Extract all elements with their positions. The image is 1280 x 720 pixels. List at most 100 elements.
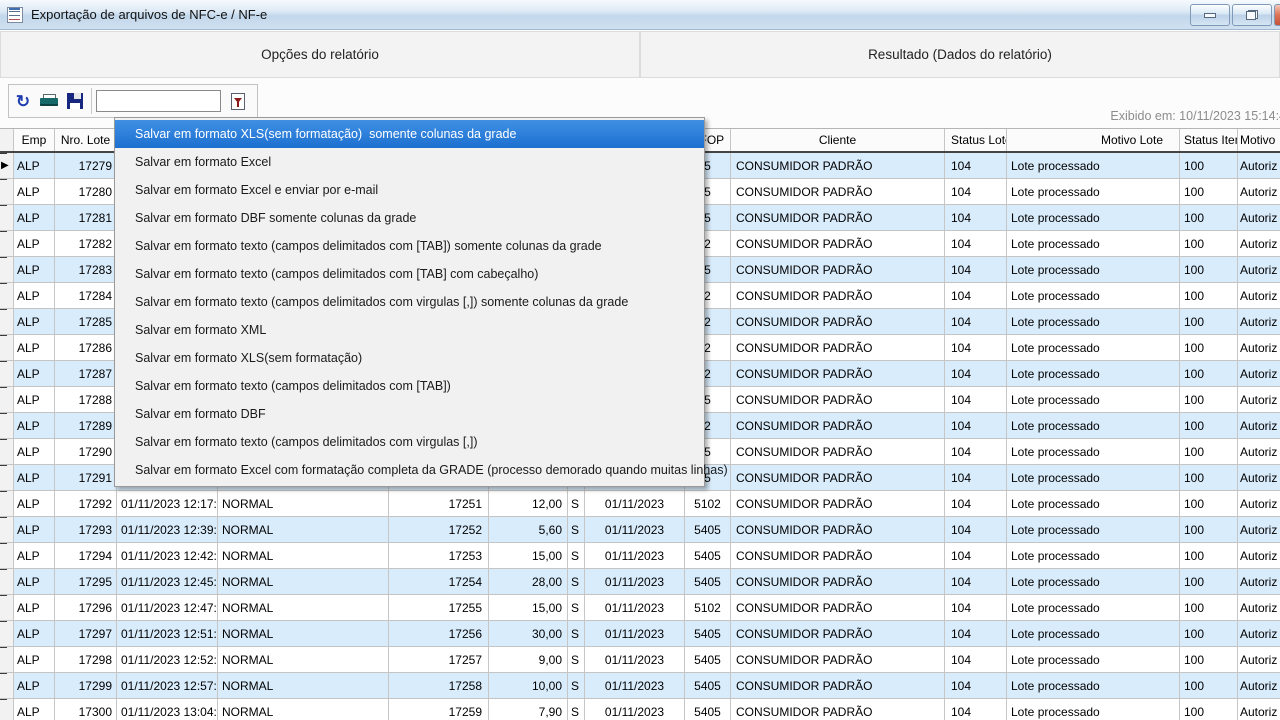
- cell-nro_lote: 17294: [55, 543, 117, 569]
- refresh-button[interactable]: ↻: [11, 89, 35, 113]
- cell-status_item: 100: [1180, 309, 1238, 335]
- menu-item[interactable]: Salvar em formato XML: [115, 316, 704, 344]
- close-button[interactable]: [1274, 4, 1280, 26]
- cell-cliente: CONSUMIDOR PADRÃO: [731, 595, 945, 621]
- column-header-nro_lote[interactable]: Nro. Lote: [55, 129, 117, 151]
- cell-motivo_lote: Lote processado: [1007, 439, 1180, 465]
- row-selector: [0, 387, 14, 413]
- cell-status_lote: 104: [945, 439, 1007, 465]
- cell-dt_emissao: 01/11/2023: [585, 673, 685, 699]
- menu-item[interactable]: Salvar em formato XLS(sem formatação): [115, 344, 704, 372]
- cell-motivo_lote: Lote processado: [1007, 465, 1180, 491]
- cell-nro: 17257: [389, 647, 489, 673]
- cell-status_lote: 104: [945, 621, 1007, 647]
- cell-valor: 5,60: [489, 517, 568, 543]
- cell-cfop: 5405: [685, 543, 731, 569]
- cell-motivo_item: Autoriz: [1238, 309, 1280, 335]
- table-row[interactable]: ALP1729701/11/2023 12:51:43NORMAL1725630…: [0, 621, 1280, 647]
- cell-motivo_item: Autoriz: [1238, 517, 1280, 543]
- row-selector: [0, 699, 14, 720]
- row-selector: [0, 673, 14, 699]
- cell-status_item: 100: [1180, 179, 1238, 205]
- refresh-icon: ↻: [16, 93, 30, 110]
- cell-s: S: [568, 673, 585, 699]
- menu-item[interactable]: Salvar em formato Excel com formatação c…: [115, 456, 704, 484]
- app-icon: [7, 7, 23, 23]
- cell-nro: 17252: [389, 517, 489, 543]
- table-row[interactable]: ALP1730001/11/2023 13:04:01NORMAL172597,…: [0, 699, 1280, 720]
- cell-nro_lote: 17283: [55, 257, 117, 283]
- cell-motivo_item: Autoriz: [1238, 335, 1280, 361]
- cell-emp: ALP: [14, 309, 55, 335]
- cell-s: S: [568, 647, 585, 673]
- column-header-cliente[interactable]: Cliente: [731, 129, 945, 151]
- menu-item[interactable]: Salvar em formato texto (campos delimita…: [115, 288, 704, 316]
- cell-emp: ALP: [14, 569, 55, 595]
- restore-button[interactable]: [1232, 4, 1272, 26]
- cell-motivo_lote: Lote processado: [1007, 205, 1180, 231]
- cell-tipo: NORMAL: [218, 517, 389, 543]
- menu-item[interactable]: Salvar em formato texto (campos delimita…: [115, 428, 704, 456]
- cell-status_item: 100: [1180, 257, 1238, 283]
- table-row[interactable]: ALP1729501/11/2023 12:45:52NORMAL1725428…: [0, 569, 1280, 595]
- table-row[interactable]: ALP1729401/11/2023 12:42:41NORMAL1725315…: [0, 543, 1280, 569]
- row-selector: [0, 283, 14, 309]
- column-header-status_item[interactable]: Status Item: [1180, 129, 1238, 151]
- export-report-button[interactable]: [223, 89, 247, 113]
- filter-input[interactable]: [96, 90, 221, 112]
- table-row[interactable]: ALP1729201/11/2023 12:17:31NORMAL1725112…: [0, 491, 1280, 517]
- column-header-motivo_lote[interactable]: Motivo Lote: [1007, 129, 1180, 151]
- cell-emp: ALP: [14, 231, 55, 257]
- table-row[interactable]: ALP1729901/11/2023 12:57:37NORMAL1725810…: [0, 673, 1280, 699]
- cell-dt_lote: 01/11/2023 12:57:37: [117, 673, 218, 699]
- cell-emp: ALP: [14, 335, 55, 361]
- menu-item[interactable]: Salvar em formato DBF: [115, 400, 704, 428]
- cell-cliente: CONSUMIDOR PADRÃO: [731, 439, 945, 465]
- save-button[interactable]: [63, 89, 87, 113]
- tab-opcoes-relatorio[interactable]: Opções do relatório: [0, 31, 640, 78]
- table-row[interactable]: ALP1729801/11/2023 12:52:44NORMAL172579,…: [0, 647, 1280, 673]
- row-selector: [0, 257, 14, 283]
- menu-item[interactable]: Salvar em formato texto (campos delimita…: [115, 372, 704, 400]
- cell-nro: 17258: [389, 673, 489, 699]
- cell-s: S: [568, 543, 585, 569]
- cell-motivo_lote: Lote processado: [1007, 647, 1180, 673]
- column-header-emp[interactable]: Emp: [14, 129, 55, 151]
- menu-item[interactable]: Salvar em formato XLS(sem formatação) so…: [115, 120, 704, 148]
- column-header-motivo_item[interactable]: Motivo: [1238, 129, 1280, 151]
- cell-s: S: [568, 699, 585, 720]
- cell-motivo_lote: Lote processado: [1007, 673, 1180, 699]
- cell-s: S: [568, 517, 585, 543]
- cell-motivo_lote: Lote processado: [1007, 517, 1180, 543]
- row-selector: [0, 647, 14, 673]
- column-header-status_lote[interactable]: Status Lote: [945, 129, 1007, 151]
- cell-motivo_lote: Lote processado: [1007, 699, 1180, 720]
- menu-item[interactable]: Salvar em formato texto (campos delimita…: [115, 232, 704, 260]
- cell-cfop: 5405: [685, 673, 731, 699]
- cell-motivo_item: Autoriz: [1238, 283, 1280, 309]
- cell-status_item: 100: [1180, 387, 1238, 413]
- titlebar[interactable]: Exportação de arquivos de NFC-e / NF-e: [0, 0, 1280, 30]
- cell-motivo_item: Autoriz: [1238, 569, 1280, 595]
- cell-nro: 17254: [389, 569, 489, 595]
- tab-resultado-relatorio[interactable]: Resultado (Dados do relatório): [640, 31, 1280, 78]
- menu-item[interactable]: Salvar em formato Excel e enviar por e-m…: [115, 176, 704, 204]
- cell-emp: ALP: [14, 517, 55, 543]
- table-row[interactable]: ALP1729301/11/2023 12:39:21NORMAL172525,…: [0, 517, 1280, 543]
- table-row[interactable]: ALP1729601/11/2023 12:47:29NORMAL1725515…: [0, 595, 1280, 621]
- menu-item[interactable]: Salvar em formato texto (campos delimita…: [115, 260, 704, 288]
- cell-tipo: NORMAL: [218, 595, 389, 621]
- cell-nro_lote: 17280: [55, 179, 117, 205]
- minimize-button[interactable]: [1190, 4, 1230, 26]
- menu-item[interactable]: Salvar em formato Excel: [115, 148, 704, 176]
- menu-item[interactable]: Salvar em formato DBF somente colunas da…: [115, 204, 704, 232]
- cell-cliente: CONSUMIDOR PADRÃO: [731, 413, 945, 439]
- cell-dt_lote: 01/11/2023 12:39:21: [117, 517, 218, 543]
- cell-cfop: 5405: [685, 647, 731, 673]
- cell-motivo_item: Autoriz: [1238, 361, 1280, 387]
- cell-status_lote: 104: [945, 517, 1007, 543]
- cell-valor: 15,00: [489, 595, 568, 621]
- cell-nro_lote: 17297: [55, 621, 117, 647]
- cell-dt_lote: 01/11/2023 12:51:43: [117, 621, 218, 647]
- print-button[interactable]: [37, 89, 61, 113]
